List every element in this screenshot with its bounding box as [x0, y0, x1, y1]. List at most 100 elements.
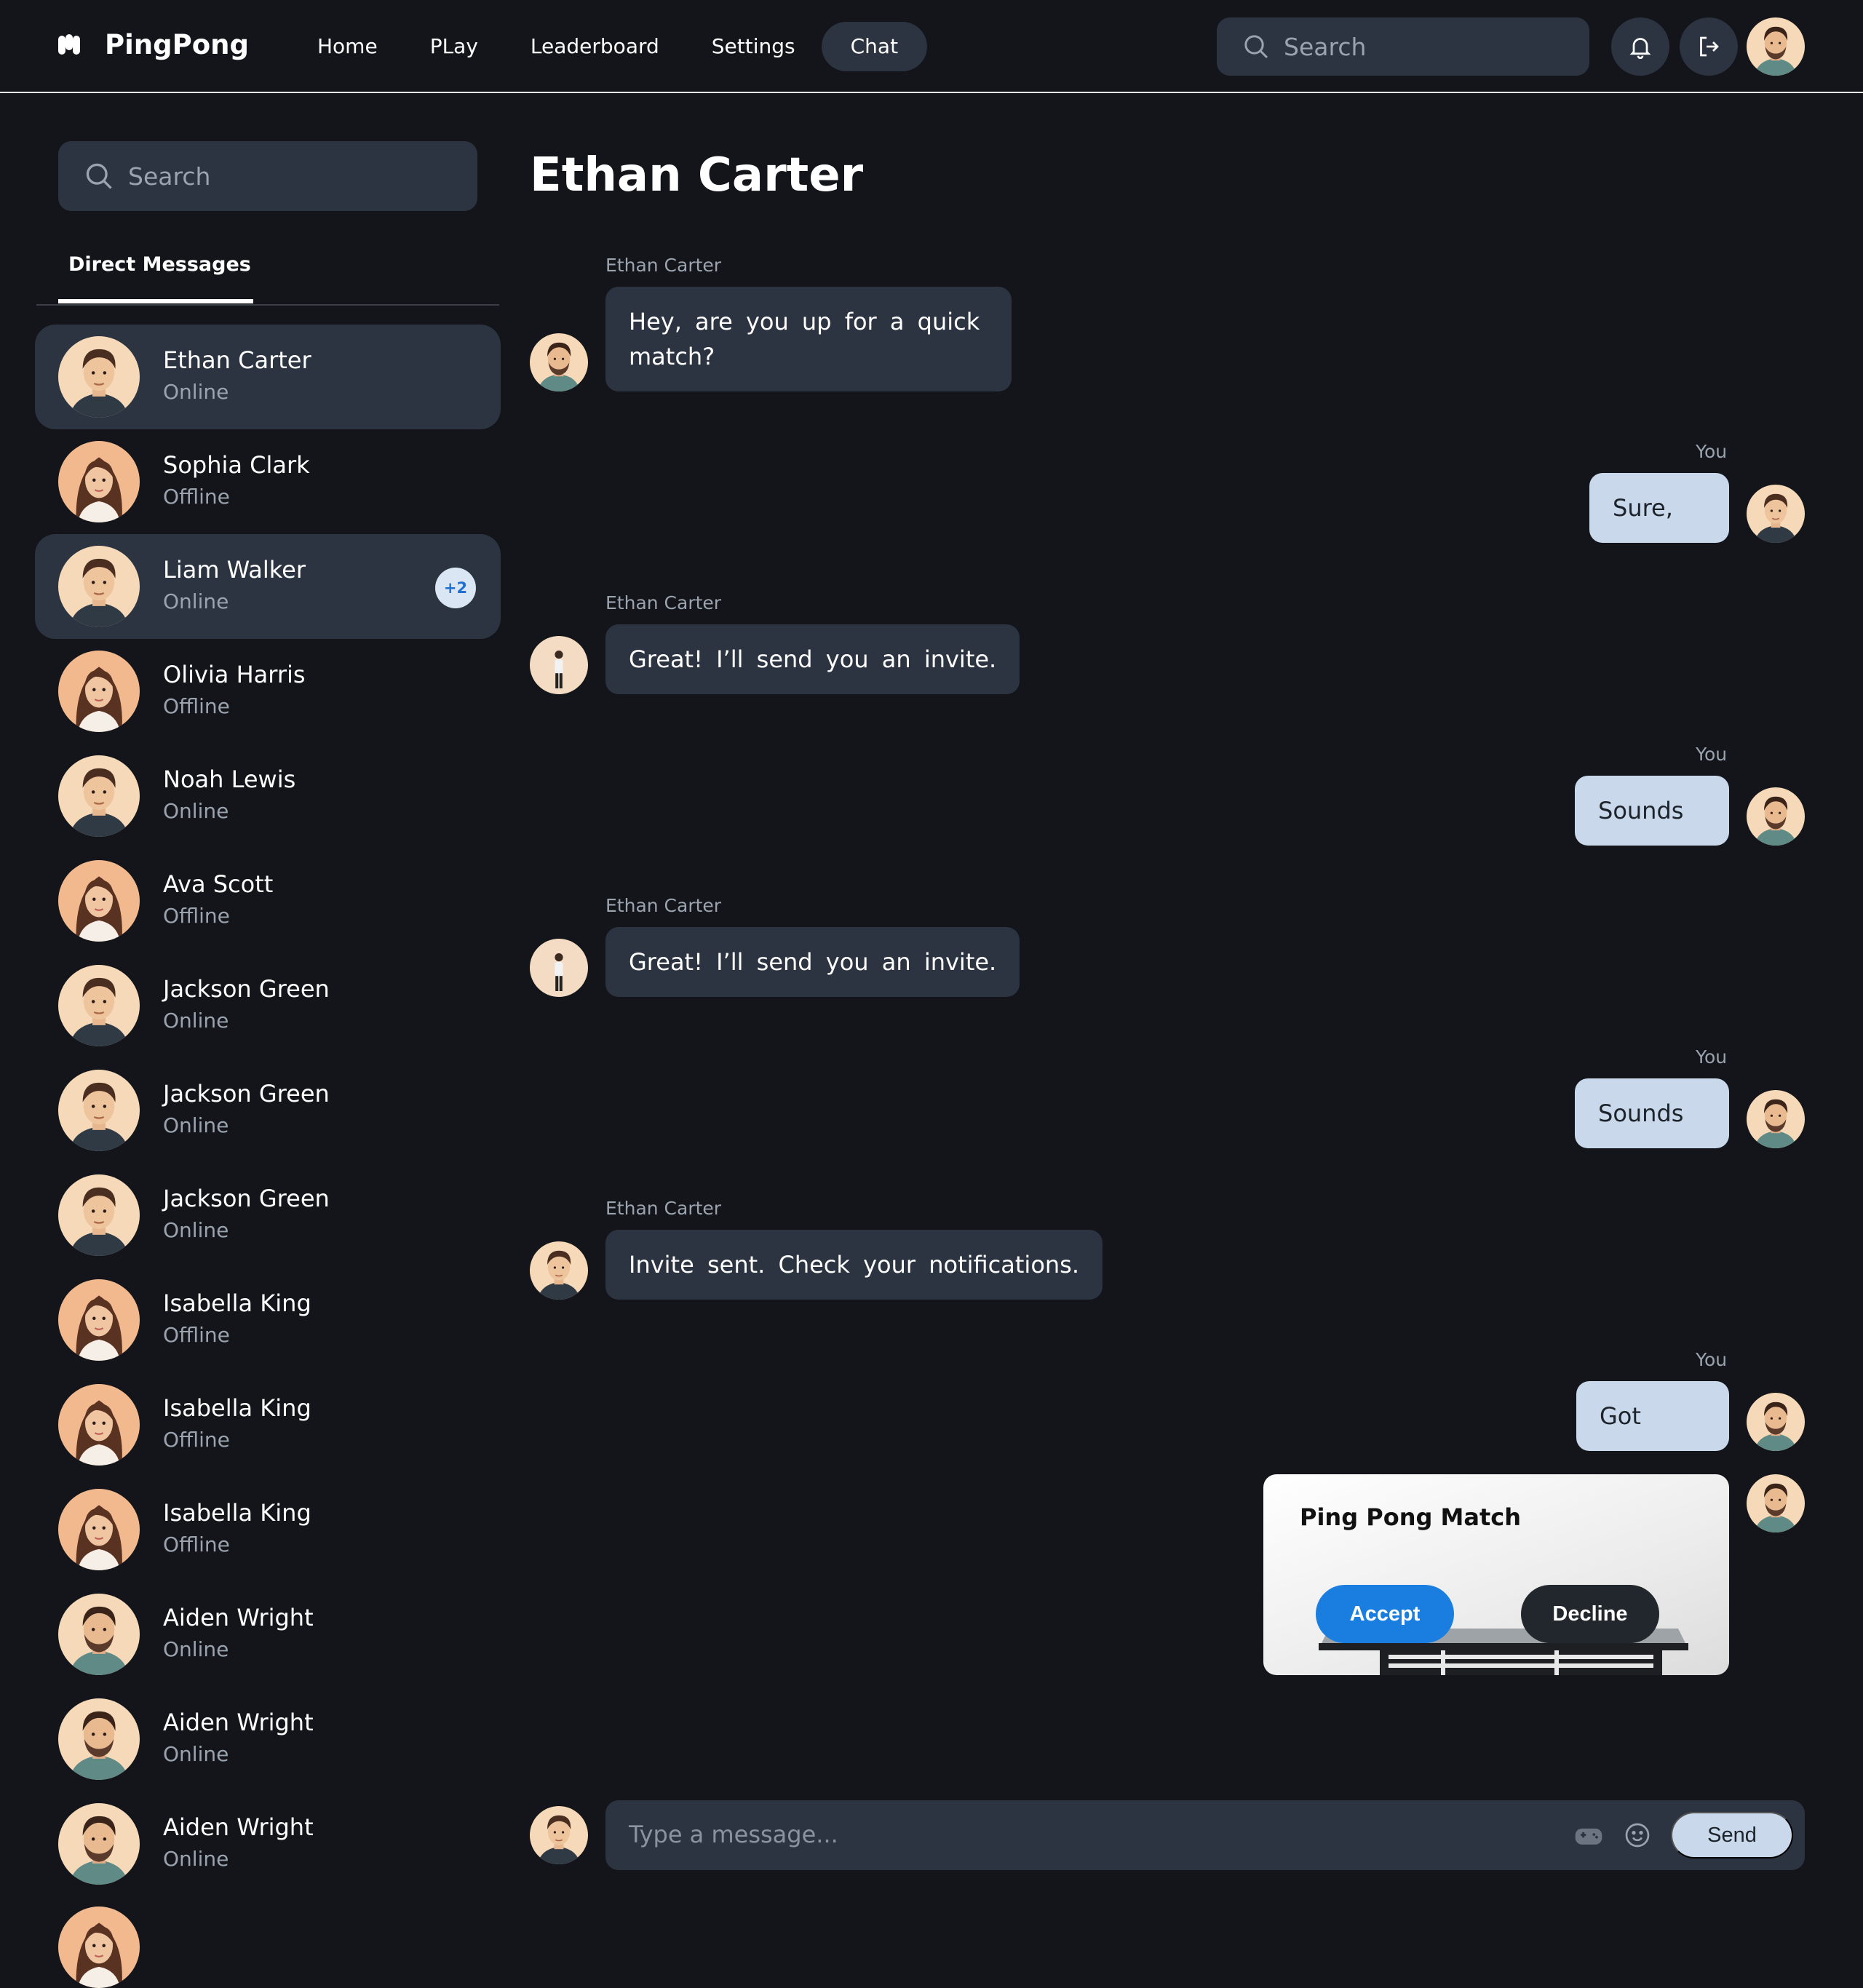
sender-avatar: [530, 636, 588, 694]
contact-avatar: [58, 1070, 140, 1151]
search-icon: [1244, 35, 1268, 59]
nav-link-chat[interactable]: Chat: [821, 22, 928, 71]
nav-link-leaderboard[interactable]: Leaderboard: [504, 22, 686, 71]
active-tab-indicator: [58, 299, 253, 303]
outgoing-message: Got: [1576, 1381, 1729, 1451]
contact-item[interactable]: Noah Lewis Online: [35, 744, 501, 848]
contact-status: Offline: [163, 694, 230, 718]
accept-button[interactable]: Accept: [1316, 1585, 1454, 1643]
contact-item[interactable]: Isabella King Offline: [35, 1372, 501, 1477]
contact-name: Isabella King: [163, 1289, 311, 1317]
my-avatar: [1747, 1474, 1805, 1532]
my-avatar: [1747, 1393, 1805, 1451]
contact-status: Online: [163, 1218, 229, 1242]
contact-avatar: [58, 1489, 140, 1570]
message-sender: Ethan Carter: [605, 895, 722, 916]
contact-item[interactable]: Ethan Carter Online: [35, 325, 501, 429]
contact-avatar: [58, 546, 140, 627]
nav-link-settings[interactable]: Settings: [686, 22, 822, 71]
top-navigation: PingPong Home PLay Leaderboard Settings …: [0, 0, 1863, 93]
contact-name: Isabella King: [163, 1499, 311, 1527]
gamepad-icon[interactable]: [1572, 1819, 1605, 1851]
contact-name: Sophia Clark: [163, 451, 310, 479]
contact-avatar: [58, 1803, 140, 1885]
contact-item[interactable]: Sophia Clark Offline: [35, 429, 501, 534]
nav-link-play[interactable]: PLay: [404, 22, 504, 71]
contact-status: Online: [163, 589, 229, 613]
incoming-message: Great! I’ll send you an invite.: [605, 927, 1020, 997]
contact-status: Online: [163, 1637, 229, 1661]
sender-avatar: [530, 333, 588, 391]
incoming-message: Invite sent. Check your notifications.: [605, 1230, 1103, 1300]
global-search-placeholder: Search: [1284, 32, 1367, 61]
contact-name: Jackson Green: [163, 975, 330, 1003]
message-input[interactable]: Type a message...: [629, 1821, 838, 1848]
contact-status: Offline: [163, 904, 230, 928]
message-sender: Ethan Carter: [605, 1198, 722, 1219]
message-text-line: Hey, are you up for a quick: [629, 308, 980, 335]
decline-button[interactable]: Decline: [1521, 1585, 1659, 1643]
contact-avatar: [58, 1594, 140, 1675]
incoming-message: Great! I’ll send you an invite.: [605, 624, 1020, 694]
contact-item[interactable]: Isabella King Offline: [35, 1477, 501, 1582]
message-sender: You: [1696, 1349, 1728, 1370]
message-sender: You: [1696, 441, 1728, 462]
contact-item[interactable]: Jackson Green Online: [35, 953, 501, 1058]
contact-avatar: [58, 1384, 140, 1466]
send-button[interactable]: Send: [1671, 1812, 1793, 1858]
search-icon: [86, 163, 112, 189]
contact-item[interactable]: Liam Walker Online +2: [35, 534, 501, 639]
outgoing-message: Sounds: [1575, 1078, 1729, 1148]
user-avatar[interactable]: [1747, 17, 1805, 76]
unread-badge: +2: [435, 568, 476, 608]
contact-name: Noah Lewis: [163, 766, 296, 793]
invite-title: Ping Pong Match: [1300, 1503, 1521, 1531]
message-sender: Ethan Carter: [605, 255, 722, 276]
tab-direct-messages[interactable]: Direct Messages: [68, 253, 251, 276]
chat-title: Ethan Carter: [530, 148, 864, 202]
notifications-button[interactable]: [1611, 17, 1669, 76]
global-search-input[interactable]: Search: [1217, 17, 1589, 76]
my-avatar: [530, 1806, 588, 1864]
message-composer: Type a message... Send: [605, 1800, 1805, 1870]
contact-avatar: [58, 441, 140, 522]
contact-name: Isabella King: [163, 1394, 311, 1422]
match-invite-card: Ping Pong Match Accept Decline: [1263, 1474, 1729, 1675]
contact-item[interactable]: Aiden Wright Online: [35, 1687, 501, 1792]
contact-avatar: [58, 336, 140, 418]
app-logo[interactable]: PingPong: [58, 29, 249, 60]
contact-avatar-partial: [58, 1907, 140, 1988]
contact-avatar: [58, 1279, 140, 1361]
nav-link-home[interactable]: Home: [291, 22, 404, 71]
tab-divider: [36, 304, 499, 306]
contact-search-input[interactable]: Search: [58, 141, 477, 211]
logout-button[interactable]: [1680, 17, 1738, 76]
my-avatar: [1747, 485, 1805, 543]
message-sender: You: [1696, 1046, 1728, 1067]
contact-avatar: [58, 755, 140, 837]
contact-status: Online: [163, 380, 229, 404]
contact-item[interactable]: Jackson Green Online: [35, 1058, 501, 1163]
contact-status: Online: [163, 1742, 229, 1766]
contact-list: Ethan Carter Online Sophia Clark Offline…: [35, 325, 501, 1896]
contact-item[interactable]: Aiden Wright Online: [35, 1582, 501, 1687]
contact-name: Jackson Green: [163, 1080, 330, 1108]
contact-item[interactable]: Jackson Green Online: [35, 1163, 501, 1268]
contact-item[interactable]: Aiden Wright Online: [35, 1792, 501, 1896]
contact-item[interactable]: Olivia Harris Offline: [35, 639, 501, 744]
contact-item[interactable]: Ava Scott Offline: [35, 848, 501, 953]
contact-status: Online: [163, 1113, 229, 1137]
logo-icon: [58, 33, 80, 56]
contact-item[interactable]: Isabella King Offline: [35, 1268, 501, 1372]
message-text-line: match?: [629, 343, 715, 370]
message-sender: Ethan Carter: [605, 592, 722, 613]
contact-name: Ethan Carter: [163, 346, 311, 374]
contact-status: Offline: [163, 1323, 230, 1347]
contact-status: Offline: [163, 1428, 230, 1452]
contact-name: Aiden Wright: [163, 1604, 314, 1631]
contact-avatar: [58, 1698, 140, 1780]
emoji-icon[interactable]: [1623, 1821, 1652, 1850]
contact-name: Olivia Harris: [163, 661, 306, 688]
message-sender: You: [1696, 744, 1728, 765]
contact-status: Online: [163, 799, 229, 823]
